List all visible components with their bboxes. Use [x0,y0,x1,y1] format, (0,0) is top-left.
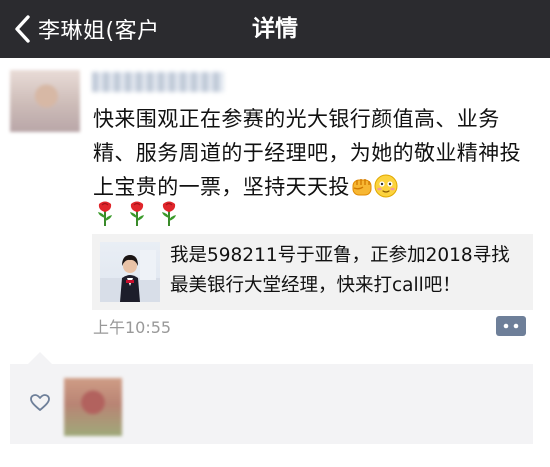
rose-icon [162,201,176,226]
heart-icon [30,394,50,411]
rose-icon [98,201,112,226]
likes-panel-caret [28,352,52,364]
chevron-left-icon [15,15,30,43]
nav-bar: 李琳姐(客户 详情 [0,0,550,58]
shared-link-card[interactable]: 我是598211号于亚鲁，正参加2018寻找最美银行大堂经理，快来打call吧！ [92,234,533,310]
back-button[interactable]: 李琳姐(客户 [10,0,160,58]
author-name-blurred[interactable] [92,72,224,92]
share-text: 我是598211号于亚鲁，正参加2018寻找最美银行大堂经理，快来打call吧！ [170,245,510,296]
person-photo-icon [100,250,160,302]
post-text: 快来围观正在参赛的光大银行颜值高、业务精、服务周道的于经理吧，为她的敬业精神投上… [93,102,533,204]
liker-avatar[interactable] [64,378,122,436]
more-dots-icon [503,323,519,329]
comment-button[interactable] [496,316,526,336]
rose-row [93,199,181,227]
post-timestamp: 上午10:55 [93,318,172,337]
post-text-content: 快来围观正在参赛的光大银行颜值高、业务精、服务周道的于经理吧，为她的敬业精神投上… [93,107,521,199]
author-avatar[interactable] [10,70,80,132]
rose-icon [130,201,144,226]
grin-emoji-icon [374,174,398,198]
fist-emoji-icon [352,179,372,196]
back-label: 李琳姐(客户 [38,19,160,44]
likes-panel [10,364,533,444]
share-thumbnail [100,242,160,302]
